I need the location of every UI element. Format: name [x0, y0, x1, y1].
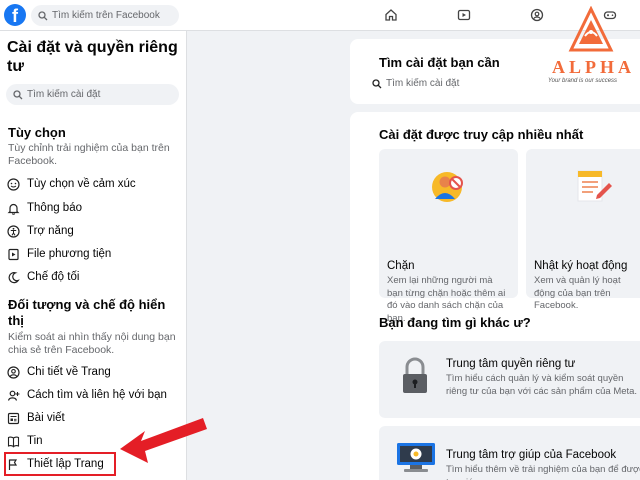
settings-search-box[interactable]: [6, 84, 179, 105]
reaction-icon: [6, 177, 20, 191]
settings-main-card: Cài đặt được truy cập nhiều nhất Chặn Xe…: [350, 112, 640, 480]
tile-title: Chặn: [387, 260, 415, 272]
row-help-center[interactable]: Trung tâm trợ giúp của Facebook Tìm hiểu…: [379, 426, 640, 480]
search-icon: [38, 10, 48, 20]
post-icon: [6, 411, 20, 425]
sidebar-item-label: Cách tìm và liên hệ với bạn: [27, 389, 167, 401]
search-card-title: Tìm cài đặt bạn cần: [379, 55, 500, 70]
sidebar-item-accessibility[interactable]: Trợ năng: [6, 221, 181, 241]
bell-icon: [6, 201, 20, 215]
padlock-icon: [403, 357, 427, 393]
tile-blocking[interactable]: Chặn Xem lại những người mà bạn từng chặ…: [379, 149, 518, 324]
settings-search-input[interactable]: [27, 89, 177, 100]
row-title: Trung tâm quyền riêng tư: [446, 358, 576, 370]
groups-icon[interactable]: [530, 8, 544, 22]
facebook-search-box[interactable]: [31, 5, 179, 26]
sidebar-item-label: Trợ năng: [27, 225, 74, 237]
home-icon[interactable]: [384, 8, 398, 22]
row-title: Trung tâm trợ giúp của Facebook: [446, 449, 617, 461]
row-privacy-center[interactable]: Trung tâm quyền riêng tư Tìm hiểu cách q…: [379, 341, 640, 418]
person-icon: [6, 365, 20, 379]
page-title: Cài đặt và quyền riêng tư: [7, 39, 178, 75]
section-desc-audience: Kiểm soát ai nhìn thấy nội dung bạn chia…: [8, 331, 176, 356]
blocking-icon: [432, 172, 463, 202]
computer-help-icon: [397, 443, 435, 472]
alpha-logo-word: ALPHA: [552, 57, 635, 77]
moon-icon: [6, 270, 20, 284]
card-search-input[interactable]: [386, 78, 566, 89]
sidebar-item-dark-mode[interactable]: Chế độ tối: [6, 267, 181, 287]
sidebar-item-page-details[interactable]: Chi tiết về Trang: [6, 362, 181, 382]
flag-icon: [6, 457, 20, 471]
accessibility-icon: [6, 224, 20, 238]
tile-title: Nhật ký hoạt động: [534, 260, 628, 272]
sidebar-item-label: Thiết lập Trang: [27, 458, 104, 470]
media-file-icon: [6, 247, 20, 261]
sidebar-item-label: Thông báo: [27, 202, 82, 214]
section-desc-preferences: Tùy chỉnh trải nghiệm của bạn trên Faceb…: [8, 142, 170, 167]
top-navigation-bar: f: [0, 0, 640, 31]
facebook-search-input[interactable]: [52, 10, 177, 21]
search-icon: [13, 89, 23, 99]
row-desc: Tìm hiểu cách quản lý và kiểm soát quyền…: [446, 373, 638, 397]
alpha-logo-mark: [568, 6, 614, 52]
sidebar-item-notifications[interactable]: Thông báo: [6, 198, 181, 218]
video-icon[interactable]: [457, 8, 471, 22]
sidebar-item-label: Bài viết: [27, 412, 65, 424]
sidebar-item-label: Tùy chọn về cảm xúc: [27, 178, 136, 190]
sidebar-item-label: Chế độ tối: [27, 271, 80, 283]
facebook-logo[interactable]: f: [4, 4, 26, 26]
section-title-audience: Đối tượng và chế độ hiển thị: [8, 297, 166, 328]
sidebar-item-find-contact[interactable]: Cách tìm và liên hệ với bạn: [6, 385, 181, 405]
red-arrow-annotation: [120, 418, 207, 463]
frequent-settings-title: Cài đặt được truy cập nhiều nhất: [379, 127, 584, 142]
sidebar-item-label: File phương tiện: [27, 248, 112, 260]
activity-log-icon: [577, 170, 612, 202]
sidebar-item-page-setup[interactable]: Thiết lập Trang: [4, 452, 116, 476]
card-search-box[interactable]: [372, 76, 572, 91]
sidebar-item-label: Chi tiết về Trang: [27, 366, 111, 378]
other-settings-title: Bạn đang tìm gì khác ư?: [379, 315, 531, 330]
sidebar-item-reactions[interactable]: Tùy chọn về cảm xúc: [6, 174, 181, 194]
row-desc: Tìm hiểu thêm về trải nghiệm của bạn để …: [446, 464, 640, 480]
section-title-preferences: Tùy chọn: [8, 125, 66, 140]
book-icon: [6, 434, 20, 448]
person-add-icon: [6, 388, 20, 402]
sidebar-item-media[interactable]: File phương tiện: [6, 244, 181, 264]
tile-desc: Xem và quản lý hoạt động của bạn trên Fa…: [534, 275, 621, 311]
search-icon: [372, 78, 382, 88]
tile-activity-log[interactable]: Nhật ký hoạt động Xem và quản lý hoạt độ…: [526, 149, 640, 311]
alpha-logo-slogan: Your brand is our success: [548, 78, 618, 84]
sidebar-item-label: Tin: [27, 435, 43, 447]
